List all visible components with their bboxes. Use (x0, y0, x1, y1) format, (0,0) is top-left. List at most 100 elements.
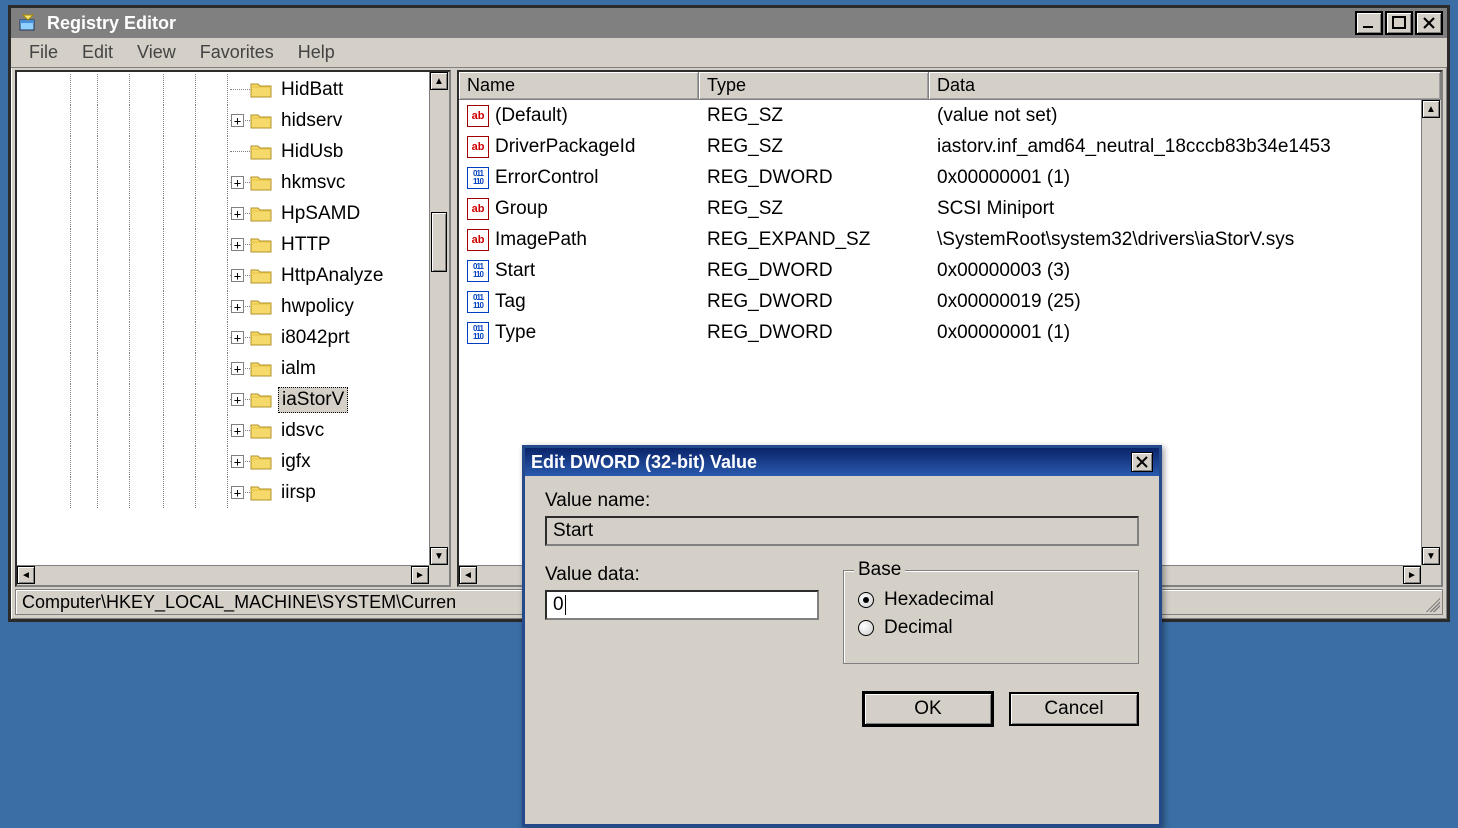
tree-item-label: iaStorV (278, 387, 348, 413)
tree-item[interactable]: +hwpolicy (17, 291, 429, 322)
tree-item[interactable]: +HttpAnalyze (17, 260, 429, 291)
folder-icon (250, 329, 272, 347)
tree-vscroll-thumb[interactable] (431, 212, 447, 272)
expand-toggle[interactable]: + (231, 300, 244, 313)
tree-item-label: i8042prt (278, 326, 353, 350)
list-row[interactable]: ab DriverPackageId REG_SZiastorv.inf_amd64… (459, 131, 1421, 162)
scroll-left-button[interactable]: ◄ (17, 566, 35, 584)
list-row[interactable]: 011110TypeREG_DWORD0x00000001 (1) (459, 317, 1421, 348)
resize-grip[interactable] (1422, 594, 1440, 612)
expand-toggle[interactable]: + (231, 455, 244, 468)
value-data-cell: SCSI Miniport (929, 198, 1421, 220)
column-name[interactable]: Name (459, 72, 699, 99)
tree-item[interactable]: + i8042prt (17, 322, 429, 353)
radio-dec-label: Decimal (884, 617, 953, 639)
menu-file[interactable]: File (17, 40, 70, 65)
tree-item[interactable]: + hkmsvc (17, 167, 429, 198)
scroll-up-button[interactable]: ▲ (1422, 100, 1440, 118)
radio-decimal[interactable]: Decimal (858, 617, 1124, 639)
minimize-button[interactable] (1355, 11, 1383, 35)
menu-view[interactable]: View (125, 40, 188, 65)
expand-toggle[interactable]: + (231, 331, 244, 344)
list-vscrollbar[interactable]: ▲ ▼ (1421, 100, 1441, 565)
tree-item-label: iirsp (278, 481, 319, 505)
value-name-cell: DriverPackageId (495, 136, 635, 158)
binary-value-icon: 011110 (467, 291, 489, 313)
value-name-cell: Group (495, 198, 548, 220)
close-button[interactable] (1415, 11, 1443, 35)
radio-hex-label: Hexadecimal (884, 589, 994, 611)
list-row[interactable]: abImagePathREG_EXPAND_SZ\SystemRoot\syst… (459, 224, 1421, 255)
text-caret (565, 595, 566, 615)
list-row[interactable]: ab(Default)REG_SZ(value not set) (459, 100, 1421, 131)
column-data[interactable]: Data (929, 72, 1441, 99)
tree-item-label: hkmsvc (278, 171, 348, 195)
scroll-up-button[interactable]: ▲ (430, 72, 448, 90)
expand-toggle[interactable]: + (231, 424, 244, 437)
tree-item[interactable]: +idsvc (17, 415, 429, 446)
radio-hexadecimal[interactable]: Hexadecimal (858, 589, 1124, 611)
maximize-button[interactable] (1385, 11, 1413, 35)
dialog-close-button[interactable] (1131, 452, 1153, 472)
tree-hscrollbar[interactable]: ◄ ► (17, 565, 429, 585)
value-name-field: Start (545, 516, 1139, 546)
folder-icon (250, 205, 272, 223)
scroll-down-button[interactable]: ▼ (1422, 547, 1440, 565)
menu-help[interactable]: Help (286, 40, 347, 65)
list-row[interactable]: 011110StartREG_DWORD0x00000003 (3) (459, 255, 1421, 286)
expand-toggle[interactable]: + (231, 362, 244, 375)
cancel-button[interactable]: Cancel (1009, 692, 1139, 726)
menu-edit[interactable]: Edit (70, 40, 125, 65)
list-scroll-corner (1421, 565, 1441, 585)
tree-item[interactable]: +HTTP (17, 229, 429, 260)
tree-item[interactable]: HidBatt (17, 74, 429, 105)
value-data-cell: \SystemRoot\system32\drivers\iaStorV.sys (929, 229, 1421, 251)
tree-item[interactable]: +hidserv (17, 105, 429, 136)
status-path: Computer\HKEY_LOCAL_MACHINE\SYSTEM\Curre… (22, 592, 456, 613)
folder-icon (250, 112, 272, 130)
value-name-cell: Type (495, 322, 536, 344)
value-data-cell: iastorv.inf_amd64_neutral_18cccb83b34e14… (929, 136, 1421, 158)
tree-item[interactable]: + iaStorV (17, 384, 429, 415)
binary-value-icon: 011110 (467, 167, 489, 189)
tree-item[interactable]: HidUsb (17, 136, 429, 167)
expand-toggle[interactable]: + (231, 486, 244, 499)
ok-button[interactable]: OK (863, 692, 993, 726)
value-data-cell: (value not set) (929, 105, 1421, 127)
dialog-title: Edit DWORD (32-bit) Value (531, 452, 757, 473)
tree-item[interactable]: +HpSAMD (17, 198, 429, 229)
expand-toggle[interactable]: + (231, 238, 244, 251)
string-value-icon: ab (467, 136, 489, 158)
key-tree[interactable]: HidBatt+hidservHidUsb + hkmsvc +HpSAMD+HTTP… (17, 72, 429, 565)
scroll-right-button[interactable]: ► (411, 566, 429, 584)
scroll-right-button[interactable]: ► (1403, 566, 1421, 584)
folder-icon (250, 174, 272, 192)
radio-dec-indicator (858, 620, 874, 636)
list-row[interactable]: 011110TagREG_DWORD0x00000019 (25) (459, 286, 1421, 317)
expand-toggle[interactable]: + (231, 114, 244, 127)
expand-toggle[interactable]: + (231, 393, 244, 406)
expand-toggle[interactable]: + (231, 176, 244, 189)
expand-toggle[interactable]: + (231, 207, 244, 220)
value-type-cell: REG_EXPAND_SZ (699, 229, 929, 251)
tree-item[interactable]: + iirsp (17, 477, 429, 508)
scroll-left-button[interactable]: ◄ (459, 566, 477, 584)
menu-favorites[interactable]: Favorites (188, 40, 286, 65)
value-type-cell: REG_SZ (699, 136, 929, 158)
title-bar[interactable]: Registry Editor (11, 8, 1447, 38)
folder-icon (250, 453, 272, 471)
value-name-cell: Start (495, 260, 535, 282)
column-type[interactable]: Type (699, 72, 929, 99)
edit-dword-dialog: Edit DWORD (32-bit) Value Value name: St… (522, 445, 1162, 827)
expand-toggle[interactable]: + (231, 269, 244, 282)
tree-vscrollbar[interactable]: ▲ ▼ (429, 72, 449, 565)
dialog-title-bar[interactable]: Edit DWORD (32-bit) Value (525, 448, 1159, 476)
value-data-cell: 0x00000001 (1) (929, 322, 1421, 344)
value-data-input[interactable]: 0 (545, 590, 819, 620)
list-row[interactable]: 011110ErrorControlREG_DWORD0x00000001 (1… (459, 162, 1421, 193)
tree-item[interactable]: +igfx (17, 446, 429, 477)
tree-item[interactable]: +ialm (17, 353, 429, 384)
list-row[interactable]: abGroupREG_SZSCSI Miniport (459, 193, 1421, 224)
scroll-down-button[interactable]: ▼ (430, 547, 448, 565)
value-type-cell: REG_SZ (699, 198, 929, 220)
